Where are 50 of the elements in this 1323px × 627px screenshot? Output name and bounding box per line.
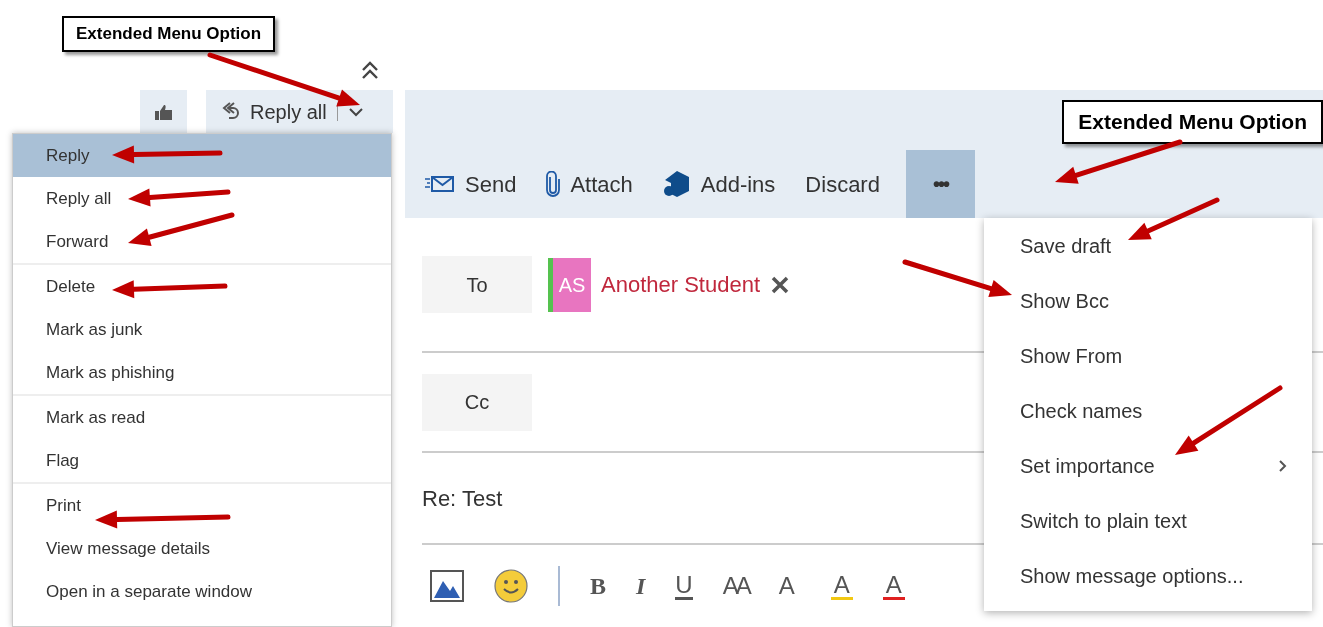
send-icon [423,174,455,194]
addins-button[interactable]: Add-ins [654,150,784,218]
menu-item[interactable]: Set importance [984,438,1312,493]
menu-item[interactable]: Mark as read [13,396,391,439]
menu-item[interactable]: Save draft [984,218,1312,273]
insert-picture-icon[interactable] [430,570,464,602]
menu-item[interactable]: Show Bcc [984,273,1312,328]
cc-button[interactable]: Cc [422,373,532,431]
menu-item[interactable]: Reply [13,134,391,177]
chevron-right-icon [1278,458,1288,473]
like-button[interactable] [140,90,187,133]
double-chevron-up-icon[interactable] [360,59,380,80]
chevron-down-icon[interactable] [347,106,364,117]
smiley-icon[interactable] [494,569,528,603]
menu-item[interactable]: Delete [13,265,391,308]
discard-button[interactable]: Discard [797,150,888,218]
recipient-name[interactable]: Another Student [601,268,760,301]
close-icon[interactable] [770,274,790,295]
menu-item[interactable]: Forward [13,220,391,263]
menu-item[interactable]: Switch to plain text [984,493,1312,548]
highlight-button[interactable]: A [830,572,853,600]
to-button[interactable]: To [422,256,532,313]
reply-all-label: Reply all [250,99,327,125]
attach-button[interactable]: Attach [538,150,641,218]
italic-button[interactable]: I [636,574,646,598]
menu-item[interactable]: Print [13,484,391,527]
menu-item[interactable]: Flag [13,439,391,482]
grow-font-button[interactable]: A [778,574,801,598]
thumbs-up-icon [153,103,174,120]
menu-item[interactable]: Mark as phishing [13,351,391,394]
reply-all-split-button[interactable]: Reply all [206,90,393,133]
more-options-button[interactable]: ••• [905,150,975,218]
paperclip-icon [546,171,561,197]
menu-item[interactable]: Mark as junk [13,308,391,351]
underline-button[interactable]: U [675,572,693,600]
menu-item[interactable]: Show message options... [984,548,1312,603]
font-size-button[interactable]: AA [722,574,749,598]
callout-label: Extended Menu Option [1062,100,1323,144]
menu-item[interactable]: View message details [13,527,391,570]
callout-label: Extended Menu Option [62,16,276,52]
bold-button[interactable]: B [590,574,606,598]
menu-item[interactable]: Open in a separate window [13,570,391,613]
menu-item[interactable]: Show From [984,328,1312,383]
avatar-initials: AS [548,257,591,312]
subject-field[interactable]: Re: Test [422,481,503,515]
send-button[interactable]: Send [415,150,525,218]
cube-icon [662,170,691,198]
font-color-button[interactable]: A [882,572,905,600]
menu-item[interactable]: Check names [984,383,1312,438]
menu-item[interactable]: Reply all [13,177,391,220]
